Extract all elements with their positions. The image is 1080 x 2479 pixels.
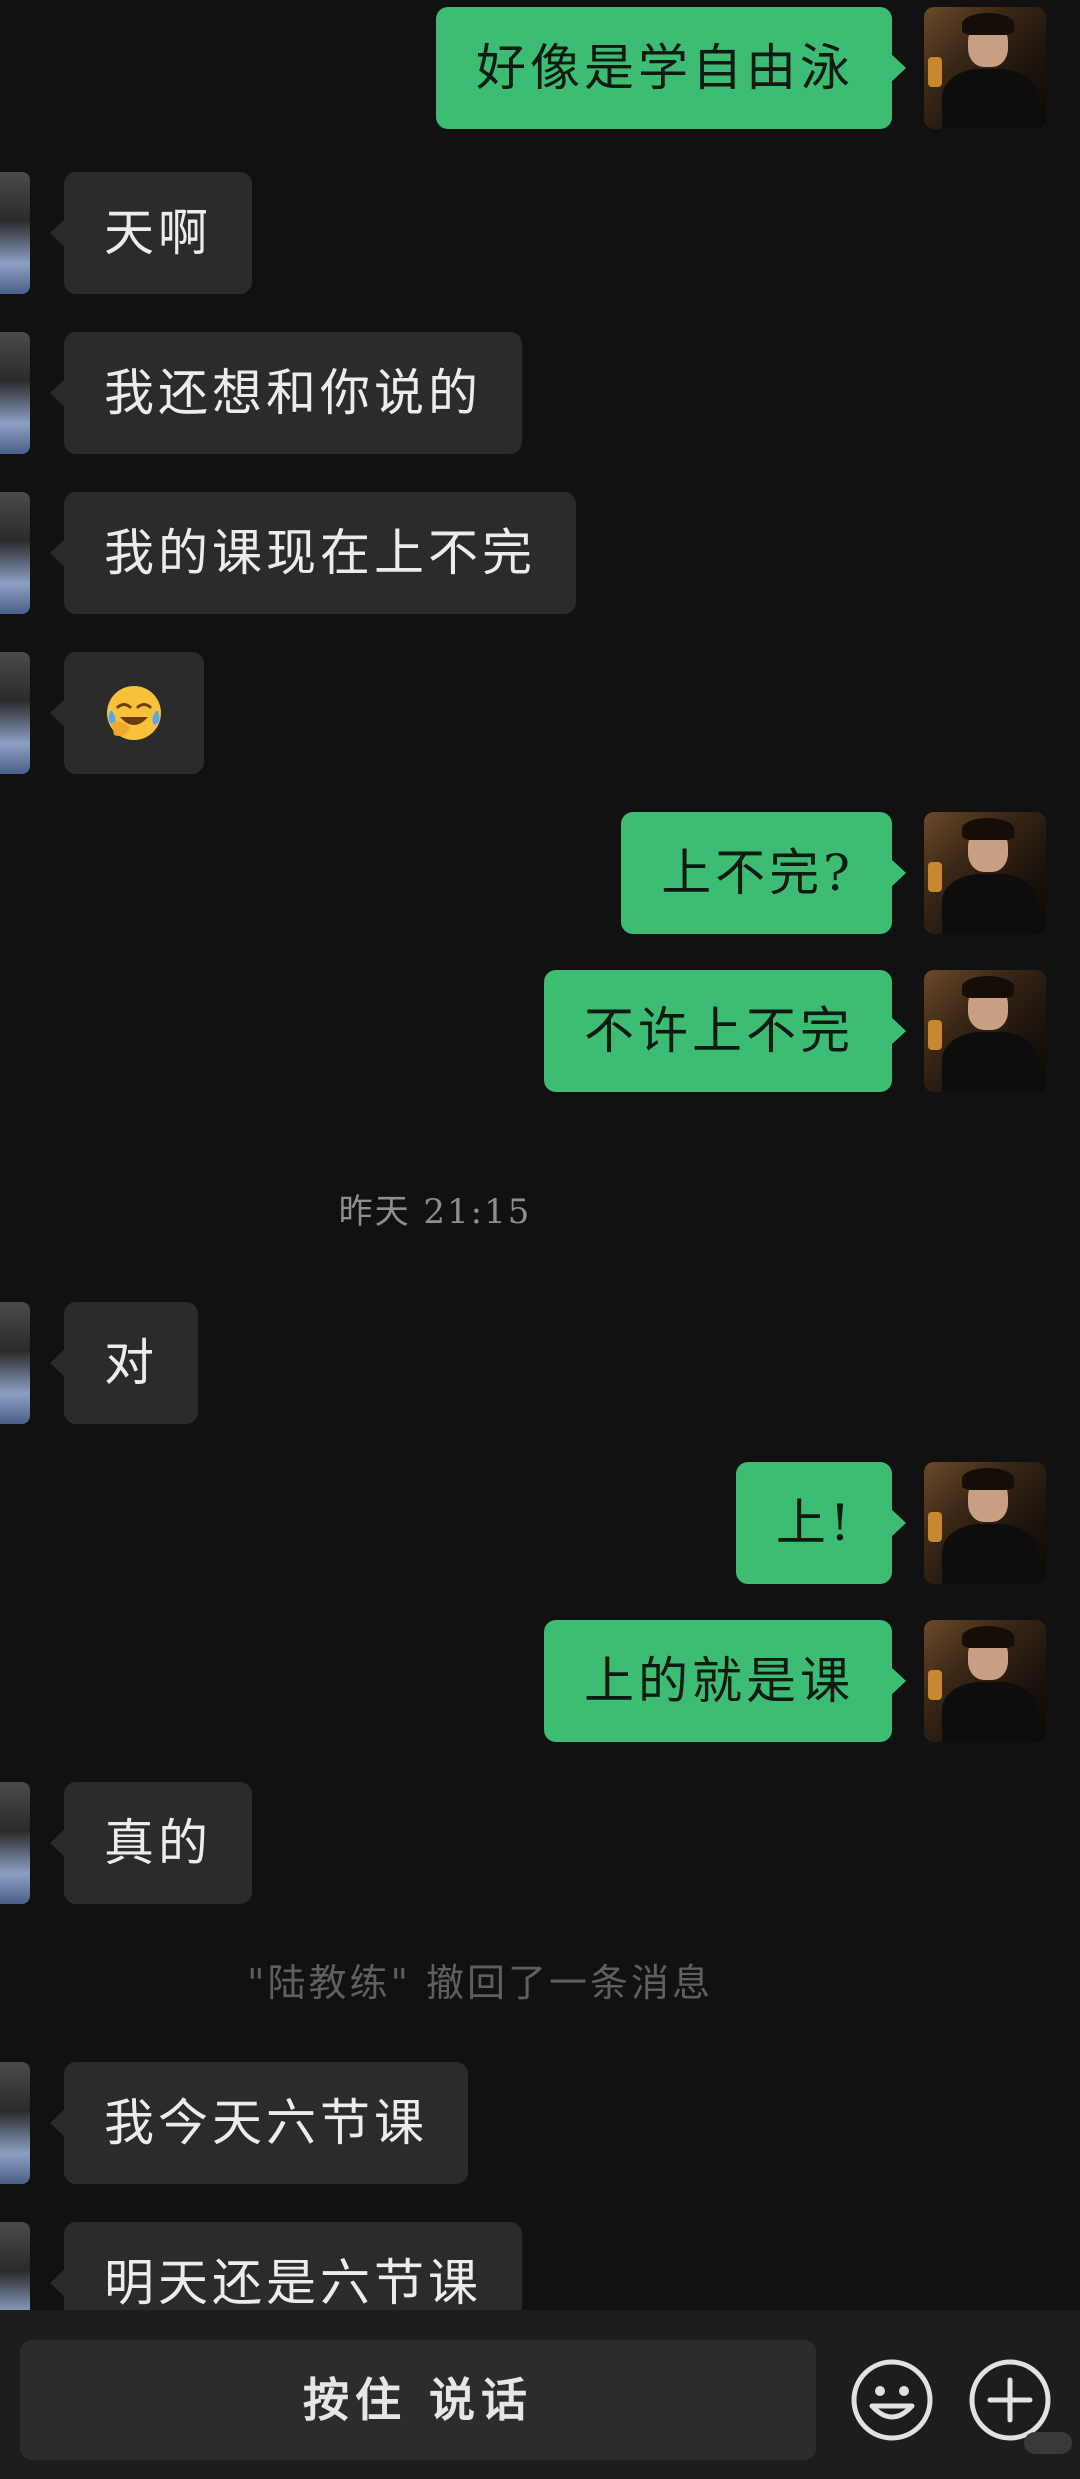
incoming-message-bubble[interactable]: 天啊: [50, 172, 252, 294]
outgoing-message-bubble[interactable]: 上!: [735, 1462, 907, 1584]
contact-avatar[interactable]: [0, 1302, 30, 1424]
watermark-badge: [1024, 2432, 1072, 2454]
message-row: 对: [0, 1302, 1080, 1424]
incoming-message-bubble[interactable]: 我今天六节课: [50, 2062, 468, 2184]
incoming-message-bubble[interactable]: 真的: [50, 1782, 252, 1904]
message-text: 上不完?: [661, 844, 854, 902]
message-row: 明天还是六节课: [0, 2222, 1080, 2310]
message-row: 上!: [0, 1462, 1080, 1584]
message-text: 上的就是课: [584, 1652, 854, 1710]
message-text: 对: [104, 1334, 158, 1392]
contact-avatar[interactable]: [0, 492, 30, 614]
recall-notice: "陆教练" 撤回了一条消息: [246, 1961, 714, 2005]
my-avatar[interactable]: [924, 970, 1046, 1092]
avatar-lamp: [928, 862, 942, 892]
my-avatar[interactable]: [924, 812, 1046, 934]
message-row: [0, 652, 1080, 774]
chat-timestamp: 昨天 21:15: [338, 1192, 532, 1232]
my-avatar[interactable]: [924, 7, 1046, 129]
incoming-message-bubble[interactable]: 我还想和你说的: [50, 332, 522, 454]
message-row: 好像是学自由泳: [0, 5, 1080, 145]
message-text: 我还想和你说的: [104, 364, 482, 422]
chat-message-list[interactable]: 好像是学自由泳 天啊 我还想和你说的 我的课现在上不完 上不完? 不许上不完 昨…: [0, 0, 1080, 2310]
message-row: 我的课现在上不完: [0, 492, 1080, 614]
avatar-hair: [962, 13, 1014, 35]
message-text: 不许上不完: [584, 1002, 854, 1060]
message-row: 我还想和你说的: [0, 332, 1080, 454]
my-avatar[interactable]: [924, 1620, 1046, 1742]
avatar-lamp: [928, 1512, 942, 1542]
contact-avatar[interactable]: [0, 652, 30, 774]
avatar-shirt: [942, 1682, 1038, 1742]
avatar-lamp: [928, 1670, 942, 1700]
message-text: 我今天六节课: [104, 2094, 428, 2152]
message-text: 上!: [775, 1494, 854, 1552]
avatar-hair: [962, 976, 1014, 998]
message-row: 天啊: [0, 172, 1080, 294]
message-text: 天啊: [104, 204, 212, 262]
message-text: 我的课现在上不完: [104, 524, 536, 582]
incoming-message-bubble[interactable]: 我的课现在上不完: [50, 492, 576, 614]
incoming-message-bubble[interactable]: 明天还是六节课: [50, 2222, 522, 2310]
contact-avatar[interactable]: [0, 332, 30, 454]
message-text: 真的: [104, 1814, 212, 1872]
message-text: 明天还是六节课: [104, 2254, 482, 2310]
outgoing-message-bubble[interactable]: 不许上不完: [544, 970, 906, 1092]
avatar-hair: [962, 1468, 1014, 1490]
message-text: 好像是学自由泳: [476, 39, 854, 97]
plus-circle-icon[interactable]: [966, 2356, 1054, 2444]
incoming-emoji-bubble[interactable]: [50, 652, 204, 774]
contact-avatar[interactable]: [0, 172, 30, 294]
smiley-icon[interactable]: [848, 2356, 936, 2444]
my-avatar[interactable]: [924, 1462, 1046, 1584]
avatar-lamp: [928, 57, 942, 87]
message-row: 上不完?: [0, 812, 1080, 934]
outgoing-message-bubble[interactable]: 好像是学自由泳: [436, 7, 906, 129]
avatar-hair: [962, 1626, 1014, 1648]
avatar-lamp: [928, 1020, 942, 1050]
avatar-shirt: [942, 69, 1038, 129]
avatar-shirt: [942, 874, 1038, 934]
face-with-tears-of-joy-hand-icon: [107, 686, 161, 740]
avatar-shirt: [942, 1524, 1038, 1584]
incoming-message-bubble[interactable]: 对: [50, 1302, 198, 1424]
outgoing-message-bubble[interactable]: 上不完?: [621, 812, 906, 934]
message-row: 不许上不完: [0, 970, 1080, 1092]
contact-avatar[interactable]: [0, 2222, 30, 2310]
message-row: 上的就是课: [0, 1620, 1080, 1742]
hold-to-talk-button[interactable]: 按住 说话: [20, 2340, 816, 2460]
contact-avatar[interactable]: [0, 2062, 30, 2184]
outgoing-message-bubble[interactable]: 上的就是课: [544, 1620, 906, 1742]
avatar-shirt: [942, 1032, 1038, 1092]
message-row: 真的: [0, 1782, 1080, 1904]
avatar-hair: [962, 818, 1014, 840]
chat-input-bar: 按住 说话: [0, 2310, 1080, 2479]
contact-avatar[interactable]: [0, 1782, 30, 1904]
message-row: 我今天六节课: [0, 2062, 1080, 2184]
